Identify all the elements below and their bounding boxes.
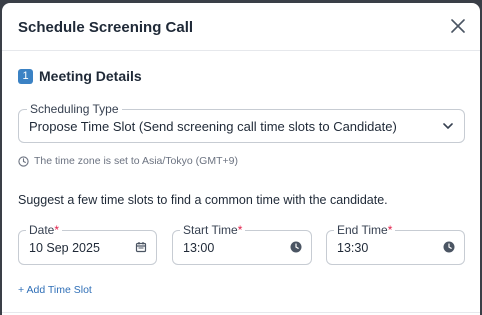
required-marker: *: [387, 223, 393, 237]
scheduling-type-value: Propose Time Slot (Send screening call t…: [29, 119, 397, 134]
close-icon: [451, 19, 465, 33]
scheduling-type-select[interactable]: Scheduling Type Propose Time Slot (Send …: [18, 102, 465, 143]
timezone-text: The time zone is set to Asia/Tokyo (GMT+…: [34, 155, 238, 167]
start-time-label: Start Time*: [180, 223, 246, 237]
end-time-value: 13:30: [337, 241, 369, 255]
close-button[interactable]: [446, 14, 470, 38]
modal-header: Schedule Screening Call: [2, 3, 480, 51]
divider: [2, 312, 480, 313]
date-label: Date*: [26, 223, 63, 237]
schedule-modal: Schedule Screening Call 1 Meeting Detail…: [2, 3, 480, 315]
required-marker: *: [237, 223, 243, 237]
calendar-icon[interactable]: [135, 241, 147, 253]
section-title: Meeting Details: [39, 68, 142, 84]
required-marker: *: [54, 223, 60, 237]
clock-icon[interactable]: [290, 241, 302, 253]
date-value: 10 Sep 2025: [29, 241, 100, 255]
start-time-field[interactable]: Start Time* 13:00: [172, 223, 312, 265]
section-header: 1 Meeting Details: [18, 68, 142, 84]
chevron-down-icon: [443, 123, 453, 129]
step-number-badge: 1: [18, 68, 33, 84]
suggest-instruction: Suggest a few time slots to find a commo…: [18, 193, 388, 207]
add-time-slot-link[interactable]: + Add Time Slot: [18, 284, 92, 296]
clock-icon[interactable]: [443, 241, 455, 253]
date-field[interactable]: Date* 10 Sep 2025: [18, 223, 157, 265]
end-time-field[interactable]: End Time* 13:30: [326, 223, 465, 265]
start-time-value: 13:00: [183, 241, 215, 255]
end-time-label: End Time*: [334, 223, 396, 237]
modal-title: Schedule Screening Call: [18, 19, 194, 36]
scheduling-type-label: Scheduling Type: [27, 102, 122, 116]
clock-icon: [18, 155, 29, 167]
timezone-note: The time zone is set to Asia/Tokyo (GMT+…: [18, 155, 238, 167]
